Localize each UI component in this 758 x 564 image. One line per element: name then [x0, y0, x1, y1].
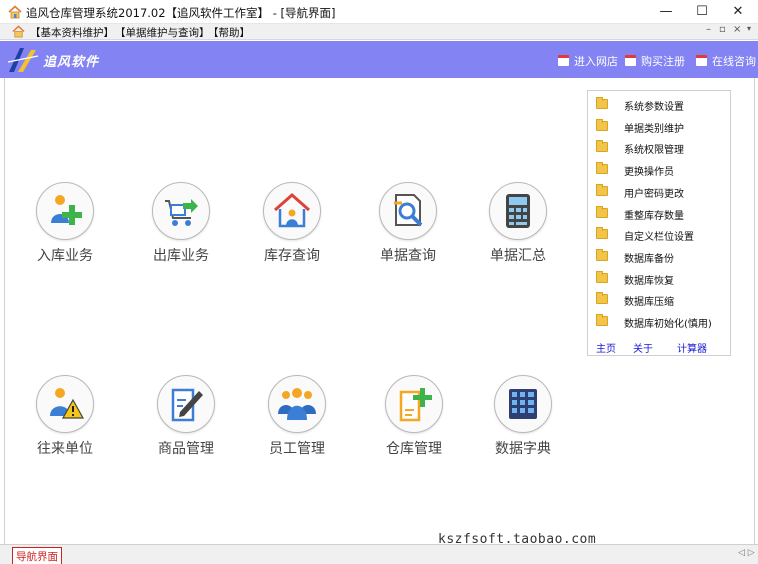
module-warehouse-management[interactable]: 仓库管理	[364, 375, 464, 458]
folder-icon	[596, 184, 608, 196]
panel-item-db-restore[interactable]: 数据库恢复	[596, 271, 728, 287]
grid-dictionary-icon	[509, 389, 537, 419]
module-partners[interactable]: 往来单位	[15, 375, 115, 458]
tab-bar: 导航界面 ◁ ▷	[0, 544, 758, 564]
document-search-icon	[394, 194, 423, 227]
menu-house-icon	[12, 25, 25, 38]
panel-item-db-compress[interactable]: 数据库压缩	[596, 292, 728, 308]
module-document-query[interactable]: 单据查询	[358, 182, 458, 265]
menu-basic-data[interactable]: 【基本资料维护】	[30, 25, 114, 40]
module-document-summary[interactable]: 单据汇总	[468, 182, 568, 265]
app-house-icon	[8, 5, 22, 19]
folder-icon	[596, 140, 608, 152]
panel-item-custom-columns[interactable]: 自定义栏位设置	[596, 227, 728, 243]
panel-item-db-backup[interactable]: 数据库备份	[596, 249, 728, 265]
add-document-icon	[399, 388, 432, 422]
system-tools-panel: 系统参数设置 单据类别维护 系统权限管理 更换操作员 用户密码更改 重整库存数量…	[587, 90, 731, 356]
panel-item-change-password[interactable]: 用户密码更改	[596, 184, 728, 200]
inbound-icon	[51, 195, 82, 225]
folder-icon	[596, 97, 608, 109]
folder-icon	[596, 119, 608, 131]
about-link[interactable]: 关于	[633, 340, 653, 355]
mdi-close-button[interactable]: ×	[733, 24, 741, 35]
window-title: 追风仓库管理系统2017.02【追风软件工作室】 - [导航界面]	[26, 6, 336, 20]
folder-icon	[596, 162, 608, 174]
module-data-dictionary[interactable]: 数据字典	[473, 375, 573, 458]
module-inbound[interactable]: 入库业务	[15, 182, 115, 265]
panel-item-recount-stock[interactable]: 重整库存数量	[596, 206, 728, 222]
people-group-icon	[278, 388, 316, 420]
module-staff-management[interactable]: 员工管理	[247, 375, 347, 458]
folder-icon	[596, 292, 608, 304]
menu-document-maintenance[interactable]: 【单据维护与查询】	[115, 25, 210, 40]
calendar-icon	[558, 55, 569, 66]
calendar-icon	[696, 55, 707, 66]
panel-item-db-init[interactable]: 数据库初始化(慎用)	[596, 314, 728, 330]
mdi-dropdown-icon[interactable]: ▾	[747, 24, 751, 33]
maximize-button[interactable]: ☐	[684, 0, 720, 24]
navigation-panel: 入库业务 出库业务 库存查询 单据查询 单据汇总 往来单位 商品管理 员工管理 …	[4, 78, 755, 544]
folder-icon	[596, 206, 608, 218]
edit-document-icon	[171, 388, 203, 422]
panel-item-switch-operator[interactable]: 更换操作员	[596, 162, 728, 178]
folder-icon	[596, 314, 608, 326]
menu-bar: 【基本资料维护】 【单据维护与查询】 【帮助】 – ▫ × ▾	[0, 24, 758, 40]
panel-item-system-params[interactable]: 系统参数设置	[596, 97, 728, 113]
mdi-minimize-button[interactable]: –	[706, 24, 711, 35]
calculator-icon	[506, 194, 530, 228]
menu-help[interactable]: 【帮助】	[208, 25, 250, 40]
online-consult-link[interactable]: 在线咨询	[696, 53, 756, 69]
calculator-link[interactable]: 计算器	[677, 340, 707, 355]
home-link[interactable]: 主页	[596, 340, 616, 355]
minimize-button[interactable]: —	[648, 0, 684, 24]
module-product-management[interactable]: 商品管理	[136, 375, 236, 458]
panel-item-document-types[interactable]: 单据类别维护	[596, 119, 728, 135]
outbound-cart-icon	[165, 199, 198, 226]
module-outbound[interactable]: 出库业务	[131, 182, 231, 265]
warehouse-house-icon	[274, 192, 310, 228]
purchase-register-link[interactable]: 购买注册	[625, 53, 685, 69]
mdi-restore-button[interactable]: ▫	[719, 24, 726, 35]
logo-icon	[7, 48, 39, 72]
calendar-icon	[625, 55, 636, 66]
open-shop-link[interactable]: 进入网店	[558, 53, 618, 69]
brand-banner: 追风软件 进入网店 购买注册 在线咨询	[0, 41, 758, 78]
title-bar: 追风仓库管理系统2017.02【追风软件工作室】 - [导航界面] — ☐ ✕	[0, 0, 758, 24]
folder-icon	[596, 271, 608, 283]
panel-item-permissions[interactable]: 系统权限管理	[596, 140, 728, 156]
folder-icon	[596, 227, 608, 239]
close-button[interactable]: ✕	[720, 0, 756, 24]
module-stock-query[interactable]: 库存查询	[242, 182, 342, 265]
tab-scroll-arrows-icon[interactable]: ◁ ▷	[738, 548, 755, 558]
folder-icon	[596, 249, 608, 261]
tab-navigation[interactable]: 导航界面	[12, 547, 62, 564]
logo-text: 追风软件	[43, 55, 100, 70]
contact-warning-icon	[50, 388, 85, 419]
